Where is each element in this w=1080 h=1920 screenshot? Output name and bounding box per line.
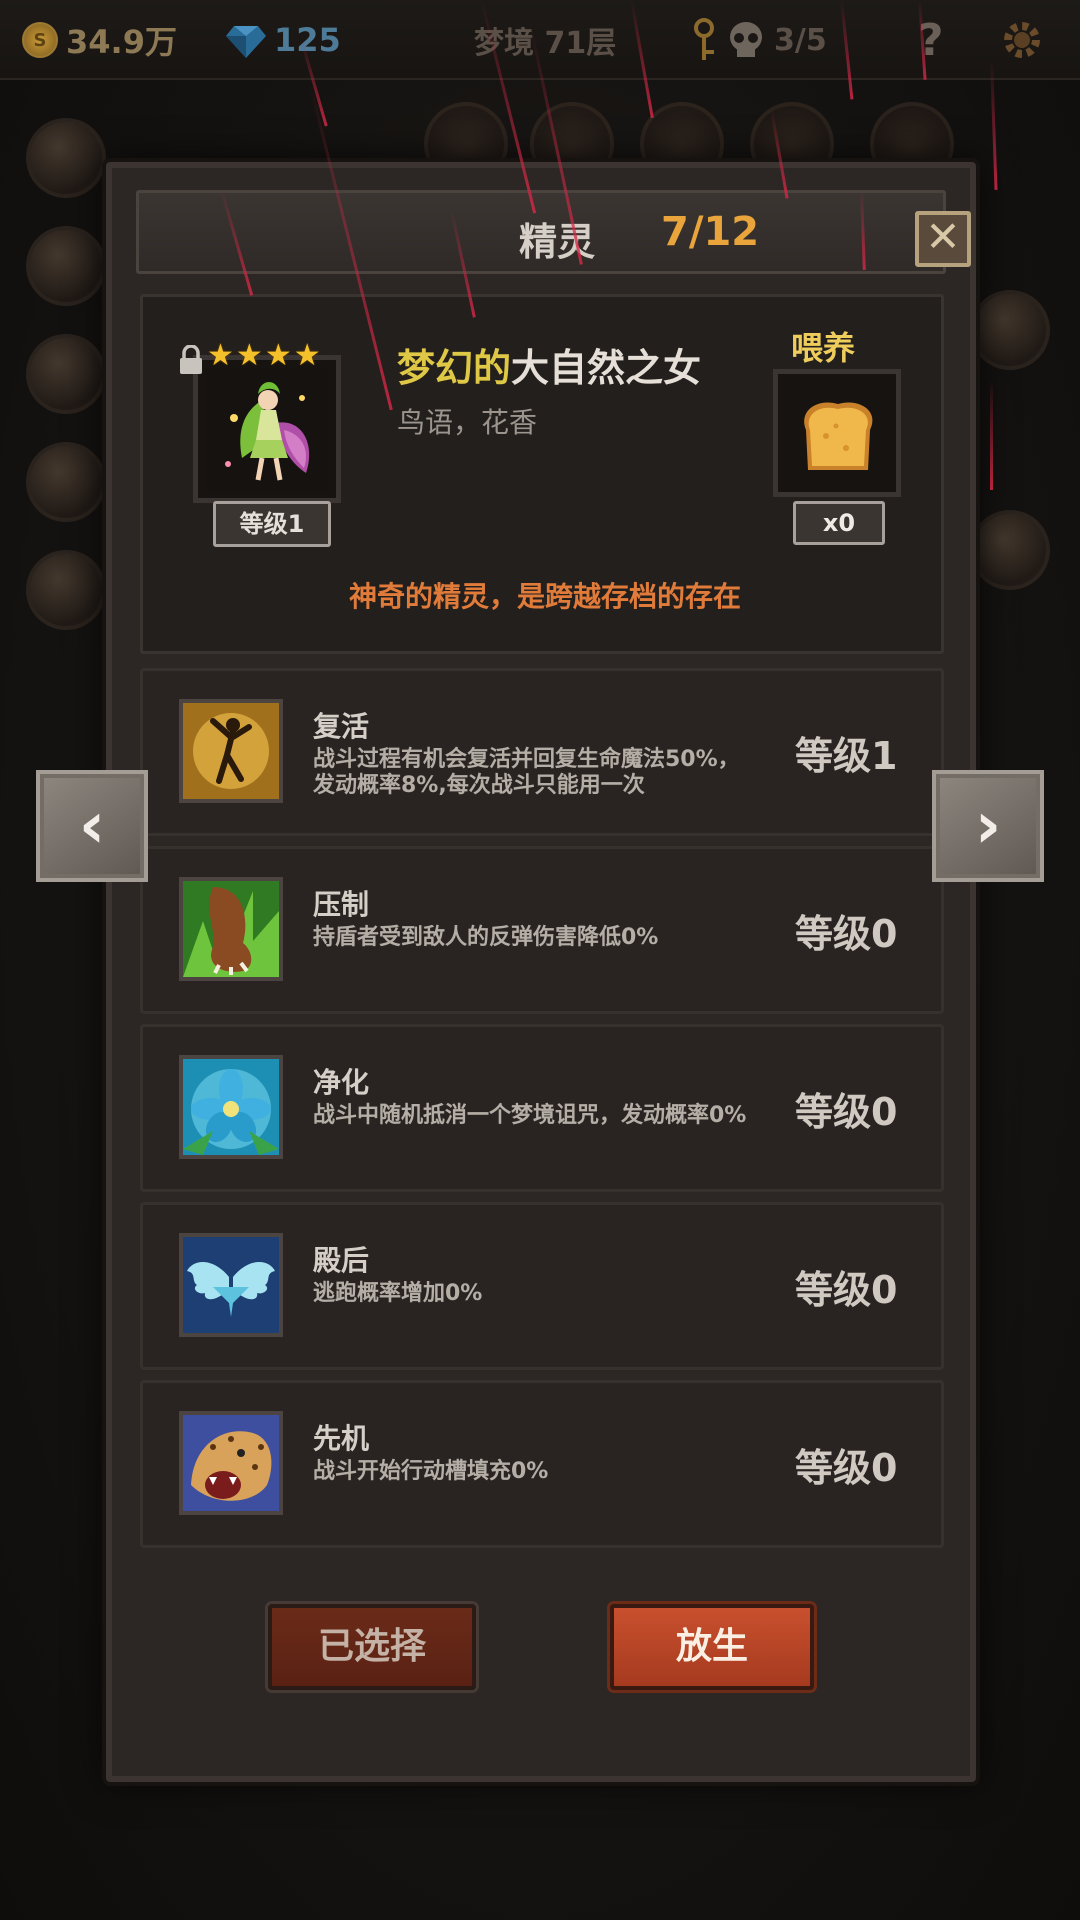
skill-description: 战斗过程有机会复活并回复生命魔法50%，发动概率8%,每次战斗只能用一次	[313, 747, 740, 798]
skull-icon	[730, 22, 762, 57]
hero-portrait[interactable]	[26, 334, 106, 414]
skill-name: 殿后	[313, 1244, 370, 1277]
spirit-tagline: 神奇的精灵，是跨越存档的存在	[348, 580, 741, 613]
nature-fairy-image	[206, 368, 328, 490]
chevron-right-icon: ›	[974, 789, 1002, 863]
gem-counter: 125	[226, 14, 341, 66]
skill-description: 战斗中随机抵消一个梦境诅咒，发动概率0%	[313, 1103, 747, 1128]
skill-name: 净化	[313, 1066, 370, 1099]
skill-name: 压制	[313, 888, 370, 921]
panel-header: 精灵 7/12 ✕	[136, 190, 971, 274]
angel-wings-icon	[179, 1233, 283, 1337]
spirit-panel: 精灵 7/12 ✕ ★ ★ ★ ★ 等级1 梦幻的大自然之女 鸟语，花香 喂养 …	[106, 162, 976, 1782]
skill-description: 持盾者受到敌人的反弹伤害降低0%	[313, 925, 659, 950]
feed-label: 喂养	[791, 329, 856, 367]
skill-level: 等级0	[795, 1268, 898, 1312]
enemy-portrait	[970, 510, 1050, 590]
enemy-portrait	[970, 290, 1050, 370]
prev-spirit-button[interactable]: ‹	[36, 770, 148, 882]
chevron-left-icon: ‹	[78, 789, 106, 863]
feed-count: x0	[793, 501, 885, 545]
star-rating: ★ ★ ★ ★	[207, 341, 321, 371]
selected-button[interactable]: 已选择	[268, 1604, 476, 1690]
settings-button[interactable]	[1000, 14, 1044, 66]
skill-level: 等级0	[795, 1090, 898, 1134]
game-screen: S 34.9万 125 梦境 71层 3/5 ? 精灵 7/12 ✕ ★ ★ ★…	[0, 0, 1080, 1920]
skill-row[interactable]: 殿后 逃跑概率增加0% 等级0	[140, 1202, 944, 1370]
skill-level: 等级0	[795, 912, 898, 956]
gem-amount: 125	[274, 21, 341, 59]
hero-portrait[interactable]	[26, 550, 106, 630]
gold-amount: 34.9万	[66, 23, 177, 61]
hero-portrait[interactable]	[26, 118, 106, 198]
skill-row[interactable]: 先机 战斗开始行动槽填充0% 等级0	[140, 1380, 944, 1548]
diamond-icon	[226, 26, 266, 58]
skill-name: 复活	[313, 710, 370, 743]
close-button[interactable]: ✕	[915, 211, 971, 267]
blue-flower-icon	[179, 1055, 283, 1159]
spirit-level: 等级1	[213, 501, 331, 547]
feed-slot[interactable]	[773, 369, 901, 497]
rain-streak	[990, 380, 993, 490]
skill-row[interactable]: 净化 战斗中随机抵消一个梦境诅咒，发动概率0% 等级0	[140, 1024, 944, 1192]
gold-counter: S 34.9万	[22, 14, 177, 66]
hero-portrait[interactable]	[26, 442, 106, 522]
next-spirit-button[interactable]: ›	[932, 770, 1044, 882]
hero-portrait[interactable]	[26, 226, 106, 306]
star-icon: ★	[207, 338, 234, 373]
skill-name: 先机	[313, 1422, 370, 1455]
star-icon: ★	[293, 338, 321, 373]
bread-icon	[804, 402, 873, 470]
spirit-subtitle: 鸟语，花香	[397, 406, 538, 439]
release-button[interactable]: 放生	[610, 1604, 814, 1690]
gold-coin-icon: S	[22, 22, 58, 58]
skill-level: 等级0	[795, 1446, 898, 1490]
skill-row[interactable]: 压制 持盾者受到敌人的反弹伤害降低0% 等级0	[140, 846, 944, 1014]
leopard-icon	[179, 1411, 283, 1515]
gear-icon	[1004, 22, 1040, 58]
spirit-portrait[interactable]	[193, 355, 341, 503]
spirit-name-prefix: 梦幻的	[397, 346, 512, 390]
key-icon	[694, 18, 714, 60]
star-icon: ★	[264, 338, 292, 373]
spirit-name: 梦幻的大自然之女	[397, 337, 701, 392]
spirit-name-main: 大自然之女	[511, 346, 702, 390]
skull-count: 3/5	[774, 22, 827, 58]
skill-level: 等级1	[795, 734, 898, 778]
star-icon: ★	[235, 338, 263, 373]
skill-row[interactable]: 复活 战斗过程有机会复活并回复生命魔法50%，发动概率8%,每次战斗只能用一次 …	[140, 668, 944, 836]
spirit-count: 7/12	[661, 209, 760, 255]
close-icon: ✕	[925, 212, 961, 261]
skill-description: 逃跑概率增加0%	[313, 1281, 483, 1306]
panel-title: 精灵	[519, 220, 596, 264]
beast-paw-icon	[179, 877, 283, 981]
skill-description: 战斗开始行动槽填充0%	[313, 1459, 549, 1484]
key-skull-counter: 3/5	[690, 14, 827, 66]
lock-icon[interactable]	[177, 345, 205, 375]
revive-dancer-icon	[179, 699, 283, 803]
spirit-info-card: ★ ★ ★ ★ 等级1 梦幻的大自然之女 鸟语，花香 喂养 x0 神奇的精灵，是跨越存…	[140, 294, 944, 654]
